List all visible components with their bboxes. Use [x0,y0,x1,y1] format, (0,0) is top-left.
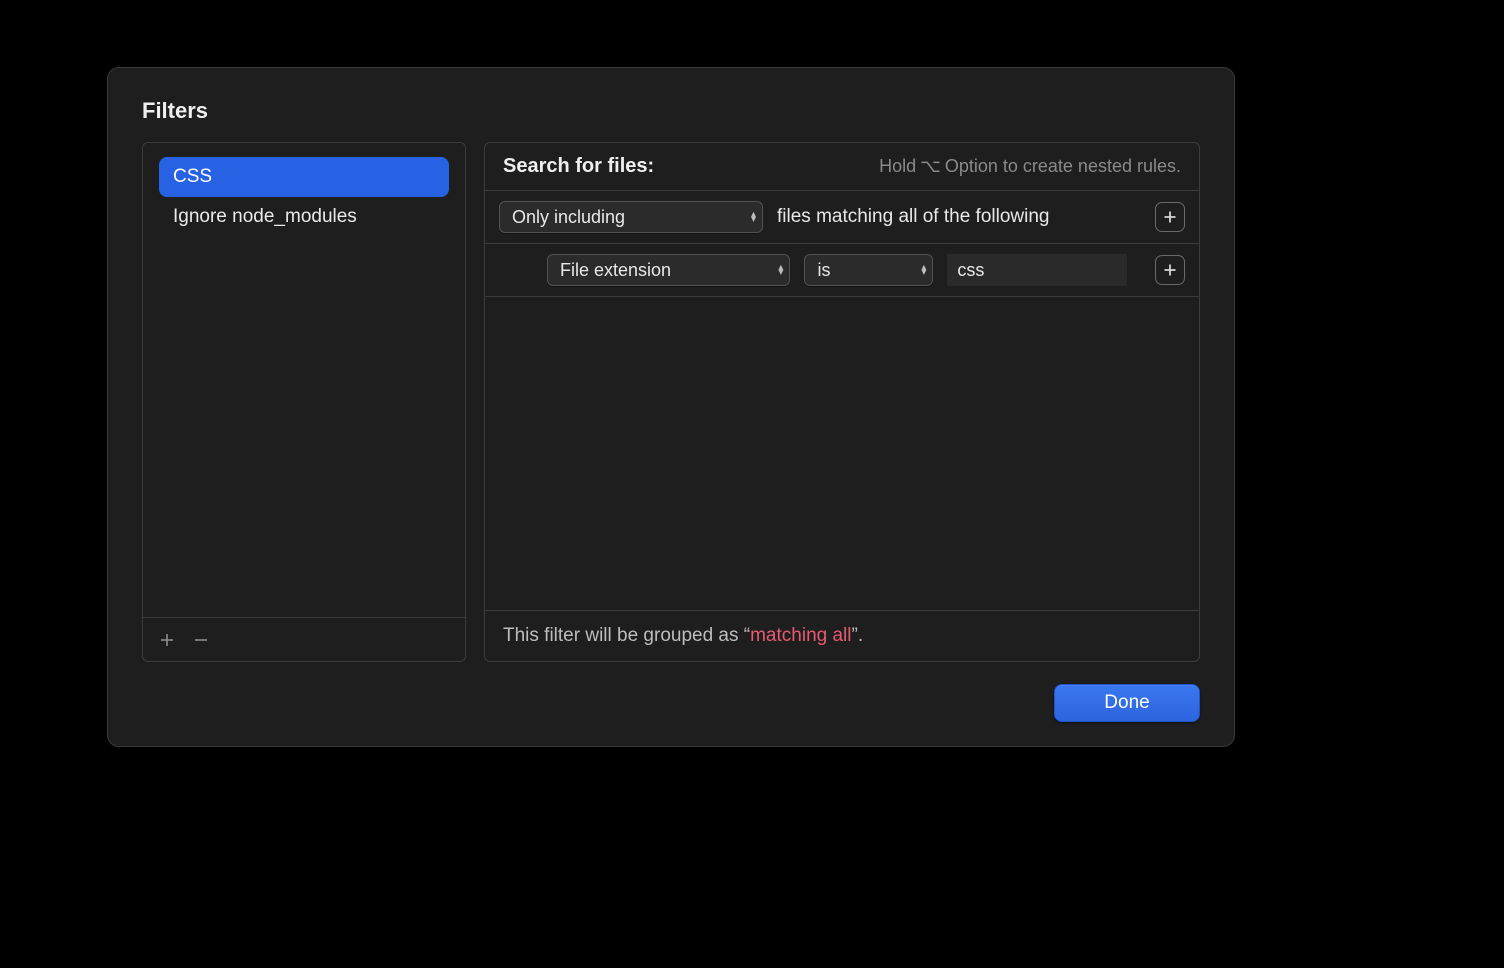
filters-sidebar-footer [143,617,465,661]
criterion-row: File extension ▴▾ is ▴▾ [485,244,1199,297]
remove-filter-button[interactable] [185,624,217,656]
editor-hint: Hold ⌥ Option to create nested rules. [879,156,1181,177]
updown-icon: ▴▾ [751,212,756,222]
updown-icon: ▴▾ [921,265,926,275]
attribute-select-value: File extension [560,260,671,281]
value-input[interactable] [947,254,1127,286]
done-button-label: Done [1104,692,1149,714]
add-rule-button[interactable] [1155,202,1185,232]
scope-suffix-text: files matching all of the following [777,206,1049,228]
plus-icon [159,632,175,648]
updown-icon: ▴▾ [778,265,783,275]
add-filter-button[interactable] [151,624,183,656]
filters-sidebar: CSS Ignore node_modules [142,142,466,662]
editor-header-label: Search for files: [503,155,654,178]
editor-hint-suffix: Option to create nested rules. [945,156,1181,177]
attribute-select[interactable]: File extension ▴▾ [547,254,790,286]
filters-list: CSS Ignore node_modules [143,143,465,617]
sidebar-item-ignore-node-modules[interactable]: Ignore node_modules [159,197,449,237]
editor-rules: Only including ▴▾ files matching all of … [485,191,1199,297]
editor-header: Search for files: Hold ⌥ Option to creat… [485,143,1199,191]
scope-select[interactable]: Only including ▴▾ [499,201,763,233]
footer-prefix: This filter will be grouped as “ [503,625,750,646]
sidebar-item-label: CSS [173,166,212,187]
sheet-body: CSS Ignore node_modules [142,142,1200,662]
done-button[interactable]: Done [1054,684,1200,722]
plus-icon [1163,210,1177,224]
editor-footer: This filter will be grouped as “matching… [485,610,1199,661]
filter-editor: Search for files: Hold ⌥ Option to creat… [484,142,1200,662]
sidebar-item-label: Ignore node_modules [173,206,357,227]
sheet-footer: Done [142,662,1200,722]
footer-suffix: ”. [852,625,864,646]
scope-select-value: Only including [512,207,625,228]
add-criterion-button[interactable] [1155,255,1185,285]
editor-hint-prefix: Hold [879,156,916,177]
sheet-title: Filters [142,98,1200,124]
editor-empty-area [485,297,1199,610]
operator-select-value: is [817,260,830,281]
option-key-icon: ⌥ [920,156,941,177]
scope-row: Only including ▴▾ files matching all of … [485,191,1199,244]
minus-icon [193,632,209,648]
footer-highlight: matching all [750,625,851,646]
operator-select[interactable]: is ▴▾ [804,254,933,286]
sidebar-item-css[interactable]: CSS [159,157,449,197]
filters-sheet: Filters CSS Ignore node_modules [107,67,1235,747]
plus-icon [1163,263,1177,277]
